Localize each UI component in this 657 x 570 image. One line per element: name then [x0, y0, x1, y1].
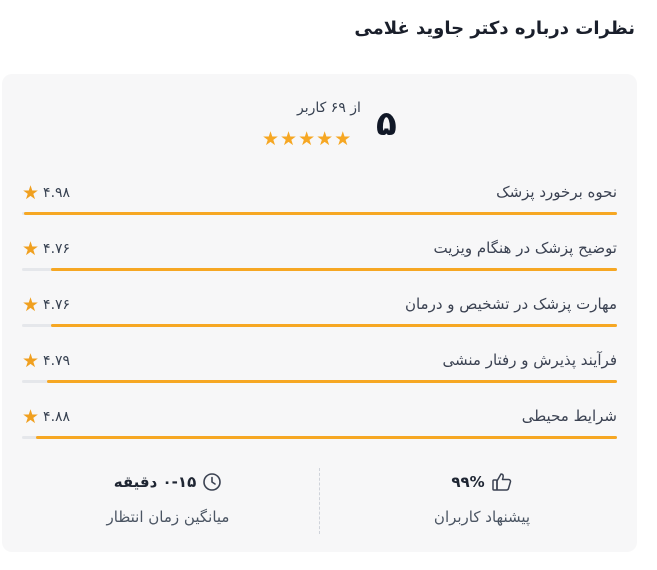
star-icon: ★	[298, 128, 316, 150]
star-icon: ★	[22, 182, 40, 204]
metric-value: ★ ۴.۷۶	[22, 238, 71, 260]
reviewer-count: از ۶۹ کاربر	[297, 100, 361, 116]
metric-label: نحوه برخورد پزشک	[496, 183, 617, 201]
metric-value: ★ ۴.۸۸	[22, 406, 71, 428]
thumbs-up-icon	[491, 472, 513, 492]
metric-score: ۴.۸۸	[43, 409, 71, 425]
metric-bar-track	[22, 212, 617, 215]
metric-bar-track	[22, 268, 617, 271]
metric-row: شرایط محیطی ★ ۴.۸۸	[22, 407, 617, 447]
star-icon: ★	[316, 128, 334, 150]
star-icon: ★	[262, 128, 280, 150]
metric-bar-fill	[50, 324, 617, 327]
metric-score: ۴.۷۶	[43, 241, 71, 257]
metric-value: ★ ۴.۷۶	[22, 294, 71, 316]
overall-score: ۵	[376, 104, 397, 144]
metric-label: توضیح پزشک در هنگام ویزیت	[433, 239, 618, 257]
page-title: نظرات درباره دکتر جاوید غلامی	[354, 18, 635, 39]
overall-stars: ★ ★ ★ ★ ★	[262, 128, 351, 150]
recommend-stat: ۹۹% پیشنهاد کاربران	[382, 472, 582, 526]
footer-divider	[319, 468, 320, 534]
metric-bar-fill	[24, 212, 617, 215]
star-icon: ★	[22, 238, 40, 260]
wait-time-stat: ۰-۱۵ دقیقه میانگین زمان انتظار	[68, 472, 268, 526]
metric-row: فرآیند پذیرش و رفتار منشی ★ ۴.۷۹	[22, 351, 617, 391]
metric-row: توضیح پزشک در هنگام ویزیت ★ ۴.۷۶	[22, 239, 617, 279]
metric-row: نحوه برخورد پزشک ★ ۴.۹۸	[22, 183, 617, 223]
metric-score: ۴.۹۸	[43, 185, 71, 201]
metric-row: مهارت پزشک در تشخیص و درمان ★ ۴.۷۶	[22, 295, 617, 335]
metric-label: فرآیند پذیرش و رفتار منشی	[442, 351, 617, 369]
clock-icon	[202, 472, 222, 492]
metric-bar-fill	[36, 436, 617, 439]
metric-bar-fill	[50, 268, 617, 271]
star-icon: ★	[334, 128, 352, 150]
metric-label: شرایط محیطی	[521, 407, 617, 425]
metric-bar-track	[22, 436, 617, 439]
metric-bar-fill	[47, 380, 617, 383]
metric-value: ★ ۴.۷۹	[22, 350, 71, 372]
metric-value: ★ ۴.۹۸	[22, 182, 71, 204]
star-icon: ★	[22, 350, 40, 372]
metric-label: مهارت پزشک در تشخیص و درمان	[404, 295, 617, 313]
star-icon: ★	[280, 128, 298, 150]
metric-bar-track	[22, 324, 617, 327]
recommend-value: ۹۹%	[451, 473, 485, 491]
star-icon: ★	[22, 406, 40, 428]
star-icon: ★	[22, 294, 40, 316]
metric-bar-track	[22, 380, 617, 383]
metric-score: ۴.۷۹	[43, 353, 71, 369]
wait-time-label: میانگین زمان انتظار	[106, 508, 230, 526]
wait-time-value: ۰-۱۵ دقیقه	[113, 473, 197, 491]
recommend-label: پیشنهاد کاربران	[433, 508, 531, 526]
metric-score: ۴.۷۶	[43, 297, 71, 313]
